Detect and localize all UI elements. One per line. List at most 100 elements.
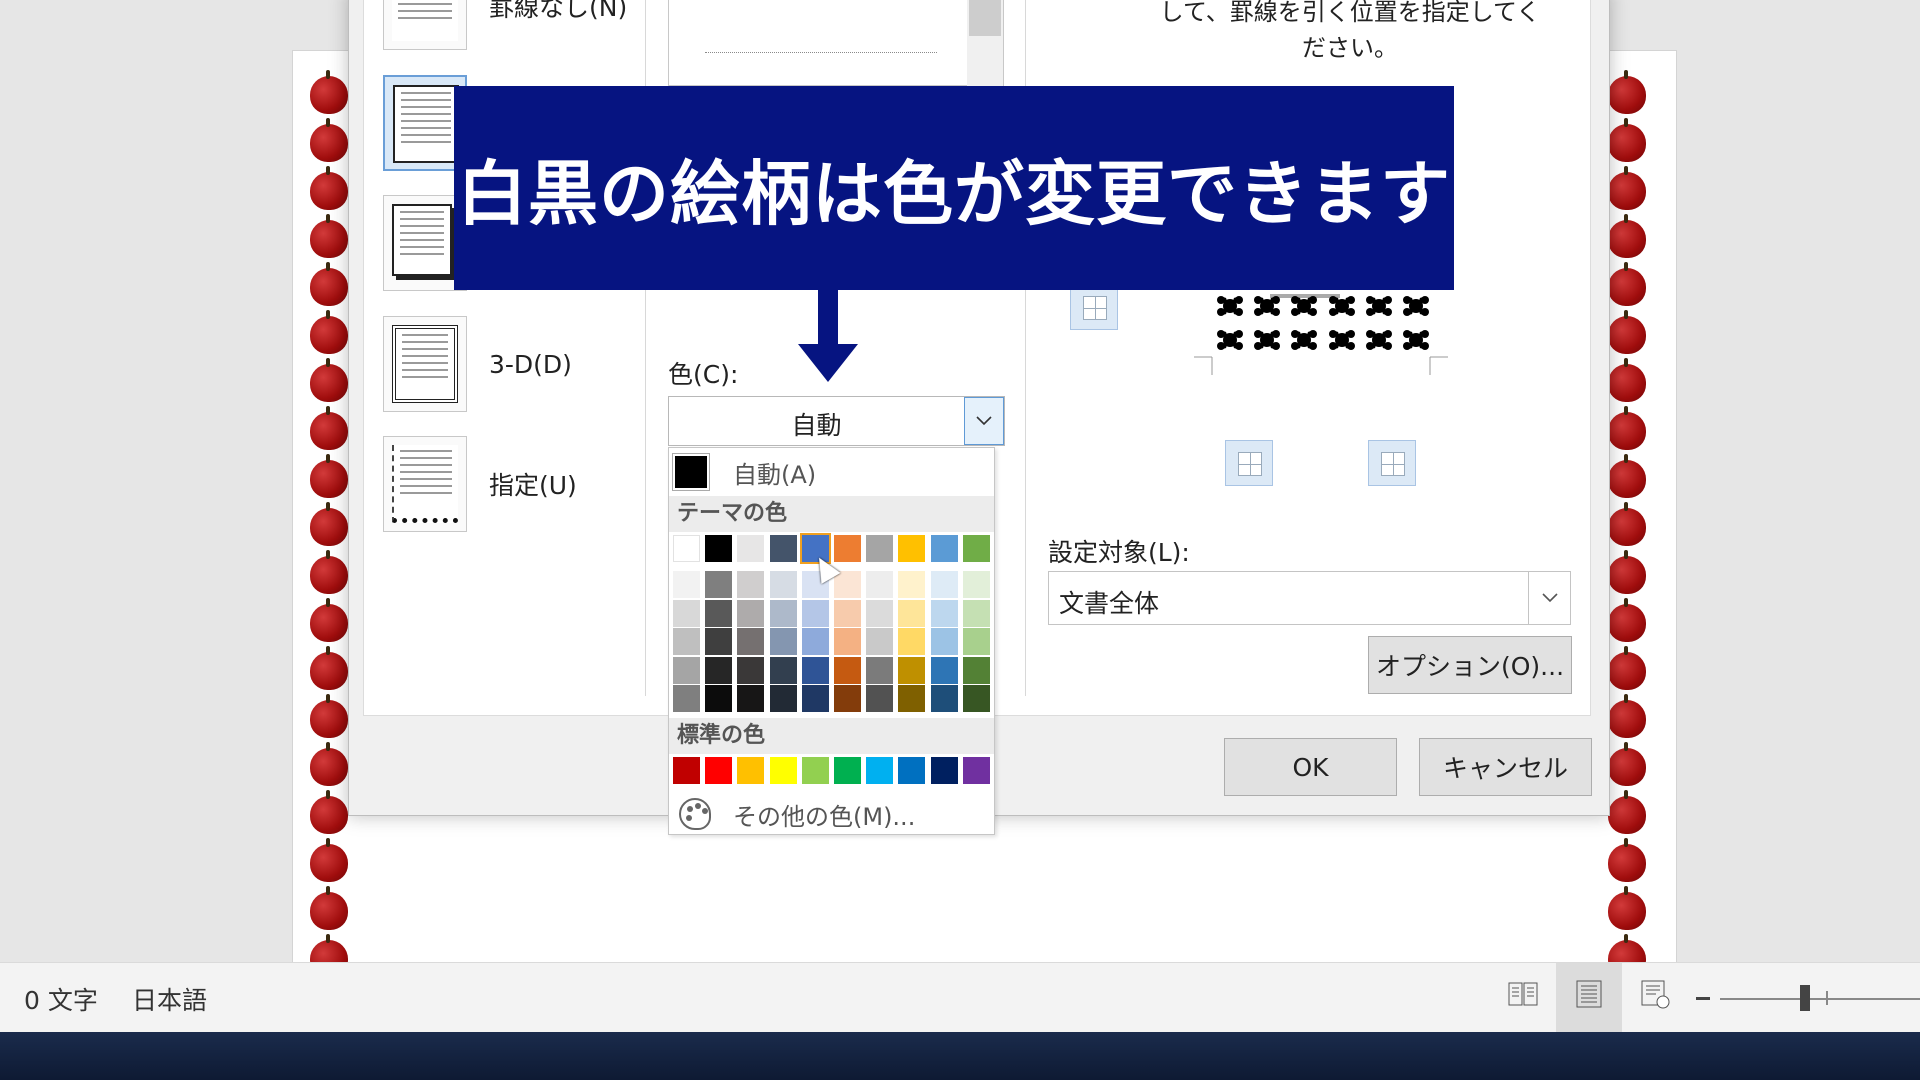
chevron-down-icon[interactable] [1528, 572, 1570, 624]
theme-shade-swatch[interactable] [898, 628, 926, 655]
theme-color-swatch[interactable] [705, 535, 733, 562]
language-indicator[interactable]: 日本語 [132, 981, 207, 1017]
preview-top-border-button[interactable] [1070, 284, 1118, 330]
flower-icon [1324, 324, 1360, 356]
preview-right-border-button[interactable] [1368, 440, 1416, 486]
zoom-slider[interactable] [1720, 998, 1920, 1000]
theme-shade-swatch[interactable] [737, 599, 765, 627]
theme-shade-swatch[interactable] [737, 685, 765, 712]
chevron-down-icon[interactable] [964, 397, 1004, 445]
theme-shade-swatch[interactable] [801, 656, 829, 684]
theme-color-swatch[interactable] [769, 535, 797, 562]
theme-shade-swatch[interactable] [962, 628, 990, 655]
theme-shade-swatch[interactable] [834, 571, 861, 598]
theme-shade-swatch[interactable] [705, 571, 733, 598]
theme-shade-swatch[interactable] [673, 656, 700, 684]
theme-shade-swatch[interactable] [962, 571, 990, 598]
standard-color-swatch[interactable] [898, 757, 926, 784]
theme-shade-swatch[interactable] [898, 685, 926, 712]
theme-shade-swatch[interactable] [737, 656, 765, 684]
zoom-slider-thumb[interactable] [1800, 985, 1810, 1011]
theme-shade-swatch[interactable] [866, 571, 894, 598]
theme-shade-swatch[interactable] [673, 599, 700, 627]
web-layout-icon[interactable] [1638, 977, 1672, 1011]
setting-3d[interactable]: 3-D(D) [383, 316, 572, 412]
theme-color-swatch[interactable] [898, 535, 926, 562]
theme-shade-swatch[interactable] [962, 656, 990, 684]
standard-color-swatch[interactable] [834, 757, 861, 784]
standard-color-swatch[interactable] [801, 757, 829, 784]
theme-color-swatch[interactable] [737, 535, 765, 562]
style-scrollbar[interactable] [967, 0, 1003, 86]
theme-shade-swatch[interactable] [705, 599, 733, 627]
theme-shade-swatch[interactable] [769, 628, 797, 655]
theme-shade-swatch[interactable] [673, 685, 700, 712]
scrollbar-thumb[interactable] [969, 0, 1001, 36]
apply-to-select[interactable]: 文書全体 [1048, 571, 1571, 625]
theme-shade-swatch[interactable] [801, 685, 829, 712]
standard-color-swatch[interactable] [673, 757, 700, 784]
standard-color-swatch[interactable] [769, 757, 797, 784]
theme-shade-swatch[interactable] [801, 599, 829, 627]
theme-color-swatch[interactable] [930, 535, 958, 562]
theme-shade-swatch[interactable] [801, 628, 829, 655]
theme-shade-swatch[interactable] [866, 656, 894, 684]
theme-shade-swatch[interactable] [834, 628, 861, 655]
theme-shade-swatch[interactable] [898, 599, 926, 627]
theme-shade-swatch[interactable] [930, 628, 958, 655]
standard-color-swatch[interactable] [737, 757, 765, 784]
standard-color-swatch[interactable] [705, 757, 733, 784]
theme-shade-swatch[interactable] [769, 685, 797, 712]
theme-shade-swatch[interactable] [930, 599, 958, 627]
theme-color-swatch[interactable] [866, 535, 894, 562]
standard-color-swatch[interactable] [930, 757, 958, 784]
theme-shade-swatch[interactable] [737, 571, 765, 598]
theme-shade-swatch[interactable] [705, 685, 733, 712]
theme-shade-swatch[interactable] [930, 571, 958, 598]
theme-shade-swatch[interactable] [769, 656, 797, 684]
theme-shade-swatch[interactable] [962, 685, 990, 712]
theme-shade-swatch[interactable] [866, 628, 894, 655]
standard-color-swatch[interactable] [962, 757, 990, 784]
theme-shade-swatch[interactable] [769, 599, 797, 627]
setting-none[interactable]: 罫線なし(N) [383, 0, 627, 50]
theme-color-swatch[interactable] [834, 535, 861, 562]
apple-icon [308, 166, 350, 212]
theme-shade-swatch[interactable] [962, 599, 990, 627]
theme-shade-swatch[interactable] [866, 685, 894, 712]
taskbar [0, 1032, 1920, 1080]
theme-shade-swatch[interactable] [673, 571, 700, 598]
options-button[interactable]: オプション(O)... [1368, 636, 1572, 694]
theme-shade-swatch[interactable] [769, 571, 797, 598]
theme-shade-swatch[interactable] [834, 599, 861, 627]
theme-shade-swatch[interactable] [898, 571, 926, 598]
cancel-button[interactable]: キャンセル [1419, 738, 1592, 796]
theme-color-swatch[interactable] [962, 535, 990, 562]
theme-shade-swatch[interactable] [834, 656, 861, 684]
preview-left-border-button[interactable] [1225, 440, 1273, 486]
theme-shade-swatch[interactable] [673, 628, 700, 655]
print-layout-icon[interactable] [1572, 977, 1606, 1011]
theme-shade-swatch[interactable] [866, 599, 894, 627]
ok-button[interactable]: OK [1224, 738, 1397, 796]
read-mode-icon[interactable] [1506, 977, 1540, 1011]
theme-color-swatch[interactable] [673, 535, 700, 562]
theme-shade-swatch[interactable] [834, 685, 861, 712]
color-select[interactable]: 自動 [668, 396, 1005, 446]
auto-color-item[interactable]: 自動(A) [669, 448, 994, 496]
theme-shade-swatch[interactable] [930, 656, 958, 684]
line-style-list[interactable] [668, 0, 1004, 86]
more-colors-item[interactable]: その他の色(M)... [669, 794, 994, 834]
theme-shade-swatch[interactable] [898, 656, 926, 684]
theme-shade-swatch[interactable] [930, 685, 958, 712]
preview-instruction: して、罫線を引く位置を指定してく ださい。 [1159, 0, 1541, 62]
theme-shade-swatch[interactable] [705, 656, 733, 684]
color-label: 色(C): [668, 360, 739, 389]
standard-color-swatch[interactable] [866, 757, 894, 784]
setting-custom[interactable]: 指定(U) [383, 436, 577, 532]
theme-shade-swatch[interactable] [737, 628, 765, 655]
theme-shade-swatch[interactable] [705, 628, 733, 655]
word-count[interactable]: 0 文字 [24, 981, 98, 1017]
dotted-line-style[interactable] [705, 52, 937, 53]
zoom-out-icon[interactable] [1696, 997, 1710, 1000]
